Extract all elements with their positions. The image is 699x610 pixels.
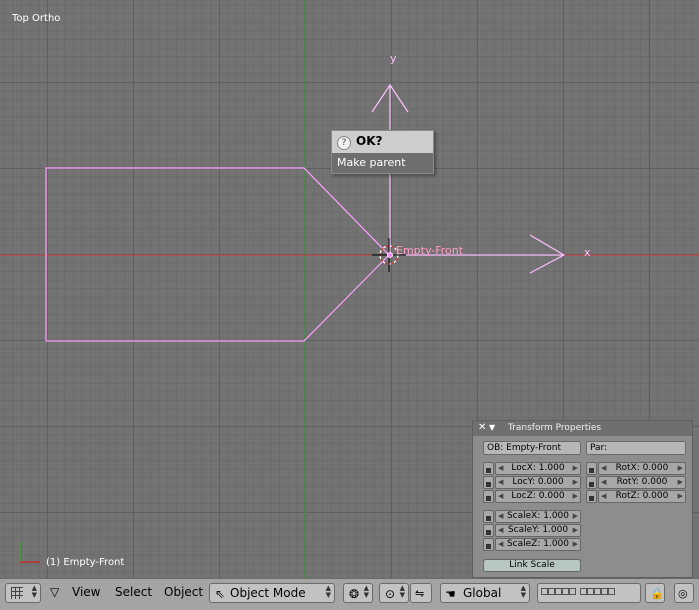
- lock-icon[interactable]: [483, 538, 494, 551]
- help-icon: ?: [337, 136, 351, 150]
- active-object-status: (1) Empty-Front: [46, 557, 125, 568]
- object-mode-icon: ⇖: [215, 587, 226, 601]
- lock-icon[interactable]: [483, 524, 494, 537]
- empty-y-label: y: [390, 52, 397, 65]
- make-parent-button[interactable]: Make parent: [332, 153, 433, 173]
- panel-title: Transform Properties: [508, 423, 602, 433]
- loc-z-field[interactable]: ◀ LocZ: 0.000 ▶: [495, 490, 581, 503]
- layer-cell[interactable]: [541, 588, 548, 595]
- lock-icon[interactable]: [483, 510, 494, 523]
- lock-icon[interactable]: [483, 476, 494, 489]
- layer-cell[interactable]: [555, 588, 562, 595]
- layer-cell[interactable]: [601, 588, 608, 595]
- layer-cell[interactable]: [580, 588, 587, 595]
- view-name-label: Top Ortho: [12, 13, 61, 24]
- object-origin: [387, 252, 393, 258]
- popup-title-row: ? OK?: [332, 131, 433, 153]
- manipulator-toggle[interactable]: ⇋: [410, 583, 432, 603]
- view-menu[interactable]: View: [72, 585, 100, 599]
- collapse-menus-icon[interactable]: ▽: [50, 585, 59, 599]
- 3d-view-header: ▲ ▼ ▽ View Select Object ⇖ Object Mode ▲ ▼…: [0, 578, 699, 610]
- draw-type-selector[interactable]: ❂ ▲ ▼: [343, 583, 373, 603]
- layer-cell[interactable]: [548, 588, 555, 595]
- object-name-label: Empty-Front: [396, 244, 464, 257]
- lock-layers-button[interactable]: 🔒: [645, 583, 665, 603]
- link-scale-button[interactable]: Link Scale: [483, 559, 581, 572]
- rot-z-field[interactable]: ◀ RotZ: 0.000 ▶: [598, 490, 686, 503]
- layer-cell[interactable]: [562, 588, 569, 595]
- blender-window: y x Top Ortho Empty-Front (1) Empty-Fron…: [0, 0, 699, 610]
- 3d-viewport[interactable]: y x Top Ortho Empty-Front (1) Empty-Fron…: [0, 0, 699, 578]
- loc-x-field[interactable]: ◀ LocX: 1.000 ▶: [495, 462, 581, 475]
- lock-icon[interactable]: [483, 490, 494, 503]
- orientation-selector[interactable]: ☚ Global ▲ ▼: [440, 583, 530, 603]
- lock-icon[interactable]: [586, 490, 597, 503]
- pivot-selector[interactable]: ⊙ ▲ ▼: [379, 583, 409, 603]
- scale-z-field[interactable]: ◀ ScaleZ: 1.000 ▶: [495, 538, 581, 551]
- render-preview-button[interactable]: ◎: [674, 583, 694, 603]
- layer-cell[interactable]: [569, 588, 576, 595]
- lock-icon[interactable]: [483, 462, 494, 475]
- panel-header[interactable]: ✕ ▼ Transform Properties: [473, 421, 692, 436]
- layer-cell[interactable]: [587, 588, 594, 595]
- parent-field[interactable]: Par:: [586, 441, 686, 455]
- transform-properties-panel: ✕ ▼ Transform Properties OB: Empty-Front…: [472, 420, 693, 578]
- popup-title: OK?: [356, 134, 383, 148]
- updown-arrows-icon: ▲ ▼: [520, 584, 526, 599]
- hand-icon: ☚: [445, 587, 456, 601]
- lock-icon[interactable]: [586, 476, 597, 489]
- manipulator-icon: ⇋: [415, 587, 425, 600]
- render-icon: ◎: [678, 587, 688, 600]
- object-menu[interactable]: Object: [164, 585, 203, 599]
- lock-icon[interactable]: [586, 462, 597, 475]
- object-name-field[interactable]: OB: Empty-Front: [483, 441, 581, 455]
- rot-y-field[interactable]: ◀ RotY: 0.000 ▶: [598, 476, 686, 489]
- updown-arrows-icon: ▲ ▼: [31, 584, 37, 599]
- confirm-popup: ? OK? Make parent: [331, 130, 434, 174]
- collapse-icon[interactable]: ▼: [489, 423, 495, 432]
- empty-x-label: x: [584, 246, 591, 259]
- empty-x-arrowhead: [529, 234, 566, 274]
- mode-label: Object Mode: [230, 586, 306, 600]
- scale-x-field[interactable]: ◀ ScaleX: 1.000 ▶: [495, 510, 581, 523]
- layer-cell[interactable]: [594, 588, 601, 595]
- editor-type-selector[interactable]: ▲ ▼: [5, 583, 41, 603]
- layer-buttons[interactable]: [537, 583, 641, 603]
- shading-icon: ❂: [349, 587, 360, 601]
- grid-icon: [11, 587, 23, 599]
- orientation-label: Global: [463, 586, 502, 600]
- rot-x-field[interactable]: ◀ RotX: 0.000 ▶: [598, 462, 686, 475]
- mode-selector[interactable]: ⇖ Object Mode ▲ ▼: [209, 583, 335, 603]
- lock-icon: 🔒: [650, 587, 664, 600]
- layer-cell[interactable]: [608, 588, 615, 595]
- pivot-icon: ⊙: [385, 587, 396, 601]
- close-icon[interactable]: ✕: [478, 422, 486, 433]
- updown-arrows-icon: ▲ ▼: [325, 584, 331, 599]
- scale-y-field[interactable]: ◀ ScaleY: 1.000 ▶: [495, 524, 581, 537]
- select-menu[interactable]: Select: [115, 585, 152, 599]
- loc-y-field[interactable]: ◀ LocY: 0.000 ▶: [495, 476, 581, 489]
- updown-arrows-icon: ▲ ▼: [399, 584, 405, 599]
- updown-arrows-icon: ▲ ▼: [363, 584, 369, 599]
